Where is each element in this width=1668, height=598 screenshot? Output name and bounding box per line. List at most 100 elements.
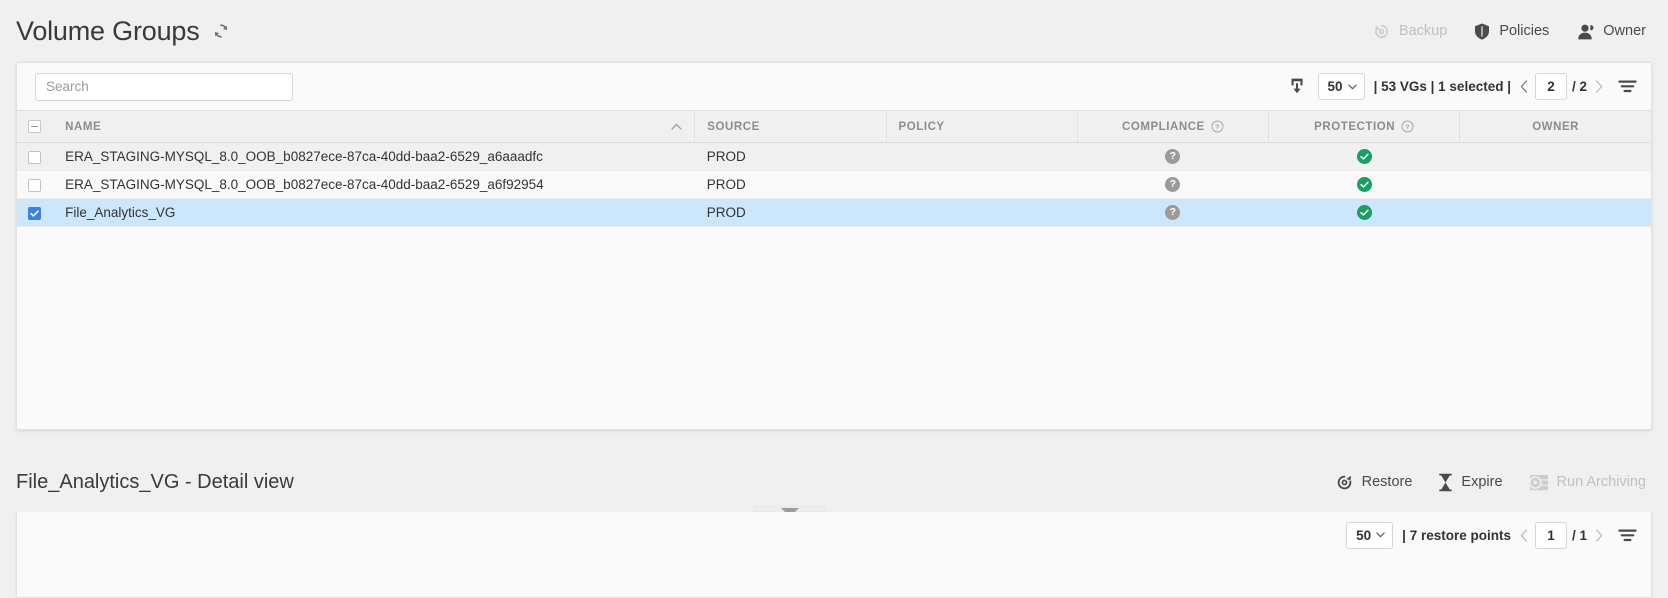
backup-restore-icon xyxy=(1372,22,1391,41)
sort-asc-icon xyxy=(671,123,682,130)
next-page-button[interactable] xyxy=(1588,74,1610,100)
table-row[interactable]: File_Analytics_VG PROD ? xyxy=(17,198,1651,227)
cell-compliance: ? xyxy=(1077,142,1269,171)
help-icon[interactable]: ? xyxy=(1211,120,1224,133)
hourglass-icon xyxy=(1438,473,1453,492)
cell-name: ERA_STAGING-MYSQL_8.0_OOB_b0827ece-87ca-… xyxy=(53,142,695,171)
user-icon xyxy=(1575,22,1595,41)
cell-owner xyxy=(1459,170,1651,199)
run-archiving-button-label: Run Archiving xyxy=(1556,474,1646,491)
owner-button-label: Owner xyxy=(1603,22,1646,39)
volume-groups-table: NAME SOURCE POLICY COMPLIANCE ? PROTECTI… xyxy=(17,110,1651,227)
column-header-name[interactable]: NAME xyxy=(53,110,696,143)
column-header-name-label: NAME xyxy=(65,120,102,133)
select-all-checkbox[interactable] xyxy=(28,120,41,133)
column-header-policy-label: POLICY xyxy=(898,120,945,133)
cell-protection xyxy=(1268,170,1460,199)
cell-protection xyxy=(1268,142,1460,171)
cell-policy xyxy=(886,142,1078,171)
archive-run-icon xyxy=(1528,474,1549,491)
detail-next-page-button[interactable] xyxy=(1588,522,1610,548)
row-select-cell xyxy=(17,198,54,227)
detail-actions: Restore Expire Run Archiving xyxy=(1335,473,1646,492)
detail-filter-icon[interactable] xyxy=(1618,528,1637,543)
column-header-owner[interactable]: OWNER xyxy=(1459,110,1651,143)
table-toolbar: 50 | 53 VGs | 1 selected | / 2 xyxy=(17,63,1651,110)
cell-owner xyxy=(1459,142,1651,171)
compliance-unknown-icon: ? xyxy=(1165,149,1181,165)
refresh-icon[interactable] xyxy=(212,22,230,40)
cell-compliance: ? xyxy=(1077,170,1269,199)
cell-protection xyxy=(1268,198,1460,227)
column-header-owner-label: OWNER xyxy=(1532,120,1580,133)
policies-button[interactable]: Policies xyxy=(1473,22,1549,41)
cell-name: ERA_STAGING-MYSQL_8.0_OOB_b0827ece-87ca-… xyxy=(53,170,695,199)
cell-compliance: ? xyxy=(1077,198,1269,227)
page-total-label: / 2 xyxy=(1571,79,1587,94)
detail-page-total-label: / 1 xyxy=(1571,527,1587,543)
owner-button[interactable]: Owner xyxy=(1575,22,1646,41)
restore-icon xyxy=(1335,473,1354,492)
cell-source: PROD xyxy=(694,142,887,171)
protection-ok-icon xyxy=(1356,177,1372,193)
record-count-label: | 53 VGs | 1 selected | xyxy=(1373,79,1511,94)
expire-button[interactable]: Expire xyxy=(1438,473,1503,492)
table-row[interactable]: ERA_STAGING-MYSQL_8.0_OOB_b0827ece-87ca-… xyxy=(17,142,1651,171)
detail-card: 50 | 7 restore points / 1 xyxy=(16,512,1652,598)
cell-name: File_Analytics_VG xyxy=(53,198,695,227)
row-checkbox[interactable] xyxy=(28,178,41,192)
page-header: Volume Groups Backup Policies Owner xyxy=(0,0,1668,62)
column-header-protection[interactable]: PROTECTION ? xyxy=(1268,110,1461,143)
shield-icon xyxy=(1473,22,1491,41)
export-download-icon[interactable] xyxy=(1288,77,1306,96)
detail-view-title: File_Analytics_VG - Detail view xyxy=(16,471,294,493)
detail-page-size-select[interactable]: 50 xyxy=(1346,521,1394,549)
prev-page-button[interactable] xyxy=(1513,74,1535,100)
cell-owner xyxy=(1459,198,1651,227)
search-input[interactable] xyxy=(35,72,293,101)
row-select-cell xyxy=(17,170,54,199)
app-root: Volume Groups Backup Policies Owner Sear… xyxy=(0,0,1668,598)
table-pagination: 50 | 53 VGs | 1 selected | / 2 xyxy=(1288,73,1637,100)
svg-text:?: ? xyxy=(1215,122,1220,131)
column-header-source[interactable]: SOURCE xyxy=(694,110,887,143)
protection-ok-icon xyxy=(1356,149,1372,165)
detail-page-number-input[interactable] xyxy=(1534,521,1567,549)
policies-button-label: Policies xyxy=(1499,22,1550,39)
backup-button-label: Backup xyxy=(1398,22,1448,39)
page-size-select[interactable]: 50 xyxy=(1317,73,1365,100)
chevron-down-icon xyxy=(1376,532,1385,538)
cell-policy xyxy=(886,198,1078,227)
compliance-unknown-icon: ? xyxy=(1165,177,1181,193)
row-select-cell xyxy=(17,142,54,171)
column-header-compliance[interactable]: COMPLIANCE ? xyxy=(1077,110,1270,143)
cell-source: PROD xyxy=(694,170,887,199)
table-row[interactable]: ERA_STAGING-MYSQL_8.0_OOB_b0827ece-87ca-… xyxy=(17,170,1651,199)
cell-policy xyxy=(886,170,1078,199)
select-all-header xyxy=(17,110,54,143)
page-number-input[interactable] xyxy=(1534,73,1567,100)
expire-button-label: Expire xyxy=(1461,474,1503,491)
restore-button[interactable]: Restore xyxy=(1335,473,1413,492)
protection-ok-icon xyxy=(1356,205,1372,221)
chevron-down-icon xyxy=(1347,83,1357,90)
column-header-source-label: SOURCE xyxy=(707,120,760,133)
column-header-policy[interactable]: POLICY xyxy=(886,110,1078,143)
row-checkbox[interactable] xyxy=(28,150,41,164)
page-title: Volume Groups xyxy=(16,15,200,46)
restore-button-label: Restore xyxy=(1361,474,1413,491)
detail-toolbar: 50 | 7 restore points / 1 xyxy=(17,512,1651,558)
detail-header: File_Analytics_VG - Detail view Restore xyxy=(0,455,1668,510)
run-archiving-button[interactable]: Run Archiving xyxy=(1528,474,1646,491)
help-icon[interactable]: ? xyxy=(1401,120,1414,133)
table-header-row: NAME SOURCE POLICY COMPLIANCE ? PROTECTI… xyxy=(17,110,1651,143)
column-header-protection-label: PROTECTION xyxy=(1314,120,1396,133)
detail-pagination: 50 | 7 restore points / 1 xyxy=(1346,521,1637,549)
filter-icon[interactable] xyxy=(1618,79,1637,94)
table-empty-space xyxy=(17,227,1651,429)
backup-button[interactable]: Backup xyxy=(1372,22,1447,41)
detail-prev-page-button[interactable] xyxy=(1513,522,1535,548)
row-checkbox[interactable] xyxy=(28,206,41,220)
table-head: NAME SOURCE POLICY COMPLIANCE ? PROTECTI… xyxy=(17,110,1651,143)
page-size-value: 50 xyxy=(1327,79,1343,94)
